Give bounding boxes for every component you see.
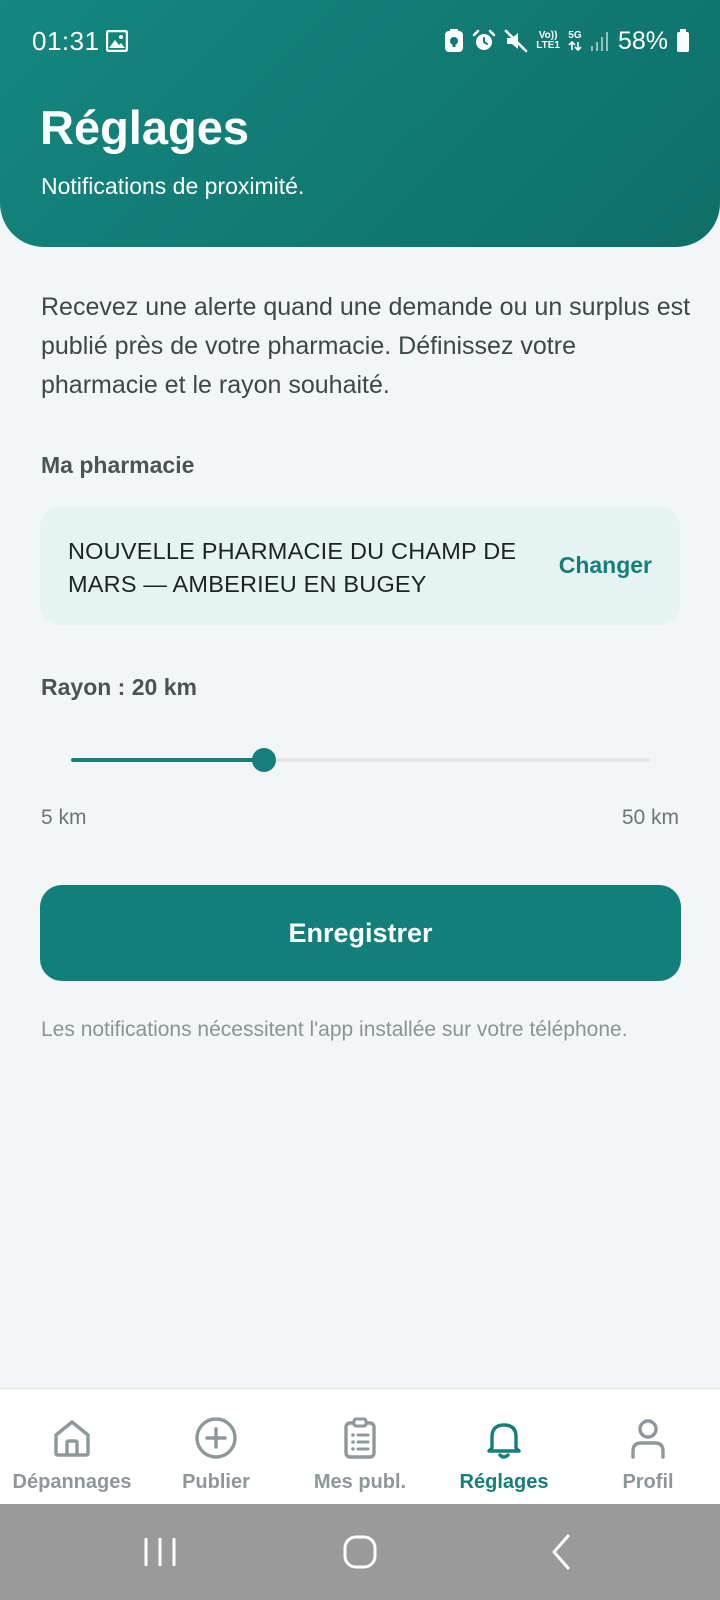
- nav-label-depannages: Dépannages: [12, 1471, 132, 1493]
- bell-icon: [481, 1415, 527, 1461]
- nav-item-depannages[interactable]: Dépannages: [0, 1389, 144, 1505]
- radius-max-label: 50 km: [621, 806, 679, 829]
- clipboard-list-icon: [337, 1415, 383, 1461]
- mute-icon: [504, 29, 528, 53]
- status-bar: 01:31 Vo)) LTE1 5G 58%: [0, 0, 720, 84]
- data-arrows-icon: [568, 41, 582, 51]
- nav-item-profil[interactable]: Profil: [576, 1389, 720, 1505]
- bottom-nav: Dépannages Publier Mes publ. Réglages Pr…: [0, 1388, 720, 1505]
- change-pharmacy-button[interactable]: Changer: [559, 552, 652, 579]
- back-icon[interactable]: [538, 1528, 586, 1576]
- system-nav-bar: [0, 1504, 720, 1600]
- user-icon: [625, 1415, 671, 1461]
- pharmacy-card: NOUVELLE PHARMACIE DU CHAMP DE MARS — AM…: [40, 507, 680, 625]
- radius-min-label: 5 km: [41, 806, 87, 829]
- install-note: Les notifications nécessitent l'app inst…: [41, 1018, 628, 1041]
- 5g-indicator: 5G: [568, 31, 582, 51]
- radius-label: Rayon : 20 km: [41, 674, 197, 700]
- battery-level: 58%: [617, 26, 668, 55]
- battery-icon: [676, 29, 690, 53]
- lte-label: LTE1: [536, 40, 560, 51]
- nav-label-mes-publ: Mes publ.: [313, 1471, 407, 1493]
- plus-circle-icon: [193, 1415, 239, 1461]
- nav-item-mes-publ[interactable]: Mes publ.: [288, 1389, 432, 1505]
- nav-label-publier: Publier: [182, 1471, 250, 1493]
- save-button[interactable]: Enregistrer: [40, 885, 681, 981]
- page-title: Réglages: [40, 101, 249, 154]
- nav-label-reglages: Réglages: [459, 1471, 549, 1493]
- recent-apps-icon[interactable]: [136, 1528, 184, 1576]
- pharmacy-name: NOUVELLE PHARMACIE DU CHAMP DE MARS — AM…: [68, 538, 517, 597]
- status-time: 01:31: [32, 26, 100, 56]
- header: 01:31 Vo)) LTE1 5G 58% Réglages Notifica…: [0, 0, 720, 247]
- nav-item-reglages[interactable]: Réglages: [432, 1389, 576, 1505]
- status-icons: Vo)) LTE1 5G 58%: [444, 24, 690, 58]
- radius-slider[interactable]: [71, 745, 651, 775]
- signal-icon: [590, 30, 610, 52]
- pharmacy-section-label: Ma pharmacie: [41, 452, 195, 478]
- volte-indicator: Vo)) LTE1: [536, 31, 560, 51]
- nav-item-publier[interactable]: Publier: [144, 1389, 288, 1505]
- security-icon: [444, 29, 464, 53]
- nav-label-profil: Profil: [622, 1471, 674, 1493]
- slider-thumb[interactable]: [252, 748, 276, 772]
- page-subtitle: Notifications de proximité.: [41, 173, 305, 199]
- slider-fill: [71, 758, 264, 762]
- gallery-notification-icon: [105, 29, 129, 57]
- home-icon: [49, 1415, 95, 1461]
- intro-text: Recevez une alerte quand une demande ou …: [41, 293, 691, 399]
- alarm-icon: [472, 29, 496, 53]
- home-button-icon[interactable]: [336, 1528, 384, 1576]
- 5g-label: 5G: [568, 30, 582, 41]
